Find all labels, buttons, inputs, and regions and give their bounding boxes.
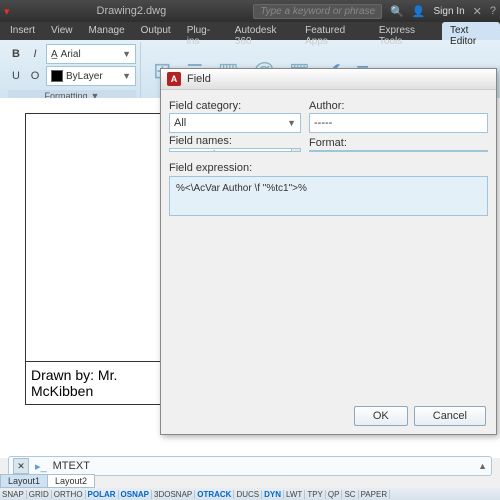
field-names-label: Field names: (169, 135, 301, 147)
font-select[interactable]: A̲ Arial ▼ (46, 44, 136, 64)
tab-text-editor[interactable]: Text Editor (442, 22, 500, 40)
chevron-down-icon: ▼ (122, 49, 131, 59)
field-category-select[interactable]: All ▼ (169, 113, 301, 133)
user-icon: 👤 (412, 5, 426, 18)
underline-button[interactable]: U (8, 68, 24, 84)
cmd-history-icon[interactable]: ▲ (478, 461, 487, 471)
layer-name: ByLayer (66, 71, 103, 82)
status-paper[interactable]: PAPER (359, 490, 391, 499)
layer-select[interactable]: ByLayer ▼ (46, 66, 136, 86)
document-title: Drawing2.dwg (18, 5, 246, 17)
tab-plug-ins[interactable]: Plug-ins (179, 22, 227, 40)
dialog-icon: A (167, 72, 181, 86)
field-dialog: A Field Field category: All ▼ Field name… (160, 68, 497, 435)
close-cmd-icon[interactable]: ✕ (13, 458, 29, 474)
format-listbox[interactable]: (none)UppercaseLowercaseFirst capitalTit… (309, 150, 488, 152)
layout-tabs: Layout1Layout2 (0, 474, 94, 488)
font-name: Arial (61, 49, 81, 60)
overline-button[interactable]: O (27, 68, 43, 84)
chevron-down-icon: ▼ (122, 71, 131, 81)
chevron-down-icon: ▼ (287, 118, 296, 128)
status-snap[interactable]: SNAP (0, 490, 27, 499)
ok-button[interactable]: OK (354, 406, 408, 426)
search-icon[interactable]: 🔍 (390, 5, 404, 18)
list-item[interactable]: CurrentSheetCategory (170, 149, 292, 151)
field-expression-label: Field expression: (169, 162, 488, 174)
status-lwt[interactable]: LWT (284, 490, 305, 499)
tab-manage[interactable]: Manage (81, 22, 133, 40)
drawn-by-text: Drawn by: Mr. McKibben (26, 361, 176, 404)
exchange-icon[interactable]: ✕ (473, 5, 482, 18)
status-osnap[interactable]: OSNAP (119, 490, 152, 499)
status-bar: SNAPGRIDORTHOPOLAROSNAP3DOSNAPOTRACKDUCS… (0, 488, 500, 500)
cancel-button[interactable]: Cancel (414, 406, 486, 426)
dialog-title: Field (187, 73, 211, 85)
tab-featured-apps[interactable]: Featured Apps (297, 22, 371, 40)
italic-button[interactable]: I (27, 46, 43, 62)
author-field: ----- (309, 113, 488, 133)
status-3dosnap[interactable]: 3DOSNAP (152, 490, 195, 499)
cmd-prompt-icon: ▸_ (35, 460, 47, 473)
tab-view[interactable]: View (43, 22, 81, 40)
dialog-title-bar[interactable]: A Field (161, 69, 496, 90)
field-expression-value: %<\AcVar Author \f "%tc1">% (176, 183, 307, 194)
field-category-label: Field category: (169, 100, 301, 112)
bold-button[interactable]: B (8, 46, 24, 62)
tab-output[interactable]: Output (133, 22, 179, 40)
status-sc[interactable]: SC (342, 490, 358, 499)
format-label: Format: (309, 137, 488, 149)
help-icon[interactable]: ? (490, 5, 496, 17)
tab-express-tools[interactable]: Express Tools (371, 22, 442, 40)
field-expression-box: %<\AcVar Author \f "%tc1">% (169, 176, 488, 216)
status-otrack[interactable]: OTRACK (195, 490, 234, 499)
tab-insert[interactable]: Insert (2, 22, 43, 40)
field-category-value: All (174, 117, 186, 129)
cmd-text: MTEXT (53, 460, 90, 472)
title-bar: ▾ Drawing2.dwg Type a keyword or phrase … (0, 0, 500, 22)
author-value: ----- (314, 117, 332, 129)
formatting-group: B I A̲ Arial ▼ U O ByLayer ▼ Formatting▼ (4, 42, 141, 100)
status-dyn[interactable]: DYN (262, 490, 284, 499)
layout-tab-layout1[interactable]: Layout1 (0, 474, 48, 488)
status-ducs[interactable]: DUCS (234, 490, 262, 499)
sign-in-link[interactable]: Sign In (434, 6, 465, 17)
layout-tab-layout2[interactable]: Layout2 (47, 474, 95, 488)
status-polar[interactable]: POLAR (86, 490, 119, 499)
status-qp[interactable]: QP (326, 490, 343, 499)
status-ortho[interactable]: ORTHO (52, 490, 86, 499)
author-label: Author: (309, 100, 488, 112)
tab-autodesk-360[interactable]: Autodesk 360 (227, 22, 297, 40)
drawing-frame: Drawn by: Mr. McKibben (25, 113, 177, 405)
search-input[interactable]: Type a keyword or phrase (253, 4, 382, 19)
status-grid[interactable]: GRID (27, 490, 52, 499)
field-names-listbox[interactable]: CurrentSheetCategoryCurrentSheetCustomCu… (169, 148, 301, 152)
command-line[interactable]: ✕ ▸_ MTEXT ▲ (8, 456, 492, 476)
status-tpy[interactable]: TPY (305, 490, 326, 499)
app-menu-icon[interactable]: ▾ (4, 5, 10, 18)
ribbon-tabs: InsertViewManageOutputPlug-insAutodesk 3… (0, 22, 500, 40)
color-swatch (51, 70, 63, 82)
font-aa-icon: A̲ (51, 49, 58, 60)
scrollbar[interactable] (291, 149, 300, 151)
